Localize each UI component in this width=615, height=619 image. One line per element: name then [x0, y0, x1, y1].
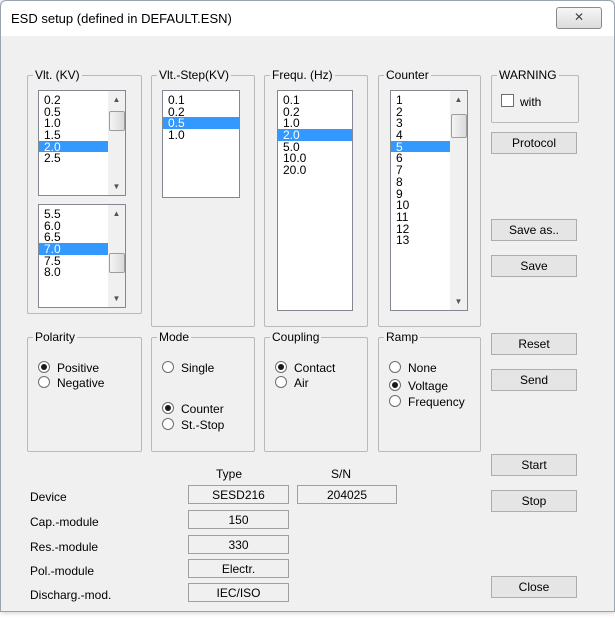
- radio-icon[interactable]: [162, 418, 174, 430]
- scroll-down-icon[interactable]: ▼: [108, 290, 125, 307]
- radio-icon[interactable]: [162, 361, 174, 373]
- counter-list[interactable]: 1 2 3 4 5 6 7 8 9 10 11 12 13 ▲ ▼: [390, 90, 468, 311]
- esd-setup-window: ESD setup (defined in DEFAULT.ESN) ✕ Vlt…: [0, 0, 615, 612]
- voltage-label: Vlt. (KV): [33, 68, 82, 82]
- sn-header: S/N: [331, 467, 352, 481]
- counter-list-scrollbar[interactable]: ▲ ▼: [450, 91, 467, 310]
- polarity-negative-radio[interactable]: Negative: [38, 376, 104, 390]
- counter-label: Counter: [384, 68, 431, 82]
- close-icon[interactable]: ✕: [556, 7, 602, 29]
- checkbox-icon[interactable]: [501, 94, 514, 107]
- list-item[interactable]: 20.0: [278, 164, 352, 176]
- close-button[interactable]: Close: [491, 576, 577, 598]
- vstep-list[interactable]: 0.1 0.2 0.5 1.0: [162, 90, 240, 198]
- device-type-field: SESD216: [188, 485, 289, 504]
- frequency-list[interactable]: 0.1 0.2 1.0 2.0 5.0 10.0 20.0: [277, 90, 353, 311]
- window-title: ESD setup (defined in DEFAULT.ESN): [11, 11, 232, 26]
- radio-label: Contact: [294, 361, 336, 375]
- discharg-module-field: IEC/ISO: [188, 583, 289, 602]
- coupling-group: Coupling: [264, 330, 368, 452]
- scroll-down-icon[interactable]: ▼: [108, 178, 125, 195]
- device-label: Device: [30, 490, 67, 504]
- warning-with-label: with: [520, 95, 542, 109]
- radio-icon[interactable]: [162, 402, 174, 414]
- radio-icon[interactable]: [389, 395, 401, 407]
- radio-label: Frequency: [408, 395, 465, 409]
- radio-icon[interactable]: [389, 379, 401, 391]
- ramp-label: Ramp: [384, 330, 421, 344]
- scroll-up-icon[interactable]: ▲: [108, 205, 125, 222]
- coupling-contact-radio[interactable]: Contact: [275, 361, 335, 375]
- list-item[interactable]: 0.1: [278, 94, 352, 106]
- send-button[interactable]: Send: [491, 369, 577, 391]
- stop-button[interactable]: Stop: [491, 490, 577, 512]
- mode-group: Mode: [151, 330, 255, 452]
- ramp-none-radio[interactable]: None: [389, 361, 437, 375]
- mode-label: Mode: [157, 330, 192, 344]
- ramp-frequency-radio[interactable]: Frequency: [389, 395, 465, 409]
- radio-label: None: [408, 361, 437, 375]
- voltage-list-1-scrollbar[interactable]: ▲ ▼: [108, 91, 125, 195]
- warning-label: WARNING: [497, 68, 559, 82]
- radio-icon[interactable]: [38, 376, 50, 388]
- radio-icon[interactable]: [275, 376, 287, 388]
- cap-module-field: 150: [188, 510, 289, 529]
- mode-counter-radio[interactable]: Counter: [162, 402, 224, 416]
- device-sn-field: 204025: [297, 485, 397, 504]
- radio-label: Negative: [57, 376, 105, 390]
- frequency-label: Frequ. (Hz): [270, 68, 335, 82]
- scroll-up-icon[interactable]: ▲: [108, 91, 125, 108]
- voltage-list-2-scrollbar[interactable]: ▲ ▼: [108, 205, 125, 307]
- radio-label: Positive: [57, 361, 100, 375]
- save-button[interactable]: Save: [491, 255, 577, 277]
- polarity-positive-radio[interactable]: Positive: [38, 361, 99, 375]
- radio-icon[interactable]: [275, 361, 287, 373]
- title-bar: ESD setup (defined in DEFAULT.ESN) ✕: [1, 1, 614, 36]
- voltage-list-1[interactable]: 0.2 0.5 1.0 1.5 2.0 2.5 ▲ ▼: [38, 90, 126, 196]
- radio-label: Single: [181, 361, 215, 375]
- warning-with-checkbox[interactable]: with: [501, 94, 541, 109]
- vstep-label: Vlt.-Step(KV): [157, 68, 232, 82]
- scroll-thumb[interactable]: [109, 253, 125, 273]
- pol-module-label: Pol.-module: [30, 564, 95, 578]
- save-as-button[interactable]: Save as..: [491, 219, 577, 241]
- list-item[interactable]: 2.0: [278, 129, 352, 141]
- scroll-thumb[interactable]: [451, 114, 467, 138]
- radio-label: Counter: [181, 402, 224, 416]
- mode-single-radio[interactable]: Single: [162, 361, 214, 375]
- polarity-label: Polarity: [33, 330, 78, 344]
- scroll-down-icon[interactable]: ▼: [450, 293, 467, 310]
- list-item[interactable]: 0.1: [163, 94, 239, 106]
- radio-label: Air: [294, 376, 309, 390]
- list-item[interactable]: 1.0: [163, 129, 239, 141]
- mode-ststop-radio[interactable]: St.-Stop: [162, 418, 224, 432]
- voltage-list-2[interactable]: 5.5 6.0 6.5 7.0 7.5 8.0 ▲ ▼: [38, 204, 126, 308]
- coupling-air-radio[interactable]: Air: [275, 376, 309, 390]
- res-module-label: Res.-module: [30, 540, 99, 554]
- radio-label: St.-Stop: [181, 418, 225, 432]
- radio-icon[interactable]: [38, 361, 50, 373]
- radio-label: Voltage: [408, 379, 449, 393]
- scroll-up-icon[interactable]: ▲: [450, 91, 467, 108]
- polarity-group: Polarity: [27, 330, 142, 452]
- protocol-button[interactable]: Protocol: [491, 132, 577, 154]
- type-header: Type: [216, 467, 243, 481]
- scroll-thumb[interactable]: [109, 111, 125, 131]
- start-button[interactable]: Start: [491, 454, 577, 476]
- pol-module-field: Electr.: [188, 559, 289, 578]
- res-module-field: 330: [188, 535, 289, 554]
- reset-button[interactable]: Reset: [491, 333, 577, 355]
- radio-icon[interactable]: [389, 361, 401, 373]
- cap-module-label: Cap.-module: [30, 515, 99, 529]
- ramp-voltage-radio[interactable]: Voltage: [389, 379, 448, 393]
- coupling-label: Coupling: [270, 330, 322, 344]
- discharg-module-label: Discharg.-mod.: [30, 588, 112, 602]
